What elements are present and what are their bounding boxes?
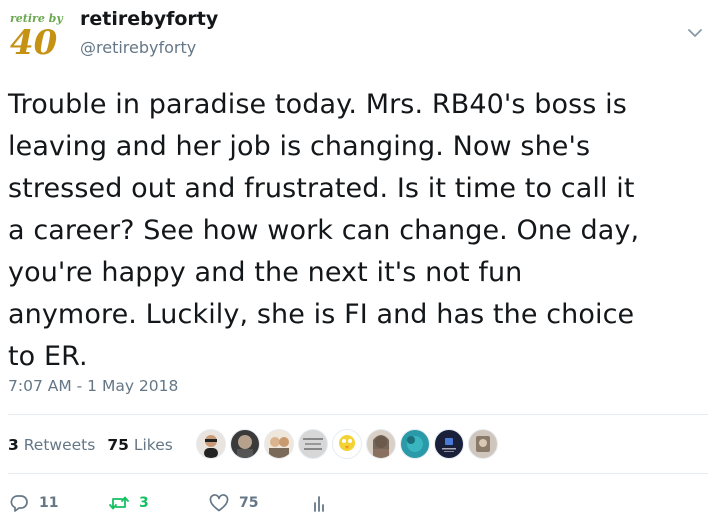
liker-avatar[interactable] bbox=[196, 429, 226, 459]
tweet-line: stressed out and frustrated. Is it time … bbox=[8, 173, 635, 204]
user-avatar[interactable]: retire by 40 bbox=[8, 8, 68, 63]
liker-avatar[interactable] bbox=[264, 429, 294, 459]
liker-avatars bbox=[196, 429, 498, 463]
user-handle[interactable]: @retirebyforty bbox=[80, 38, 196, 57]
reply-count: 11 bbox=[39, 495, 59, 511]
tweet-text: Trouble in paradise today. Mrs. RB40's b… bbox=[8, 84, 706, 378]
likes-stat[interactable]: 75 Likes bbox=[107, 436, 173, 454]
divider bbox=[8, 473, 708, 474]
tweet-line: Trouble in paradise today. Mrs. RB40's b… bbox=[8, 89, 627, 120]
tweet-line: anymore. Luckily, she is FI and has the … bbox=[8, 299, 635, 330]
divider bbox=[8, 414, 708, 415]
user-display-name[interactable]: retirebyforty bbox=[80, 8, 218, 30]
tweet-line: to ER. bbox=[8, 341, 88, 372]
logo-big-text: 40 bbox=[10, 23, 58, 58]
tweet-card: retire by 40 retirebyforty @retirebyfort… bbox=[0, 0, 714, 522]
liker-avatar[interactable] bbox=[332, 429, 362, 459]
liker-avatar[interactable] bbox=[366, 429, 396, 459]
liker-avatar[interactable] bbox=[298, 429, 328, 459]
retirebyforty-logo: retire by 40 bbox=[10, 12, 64, 63]
analytics-button[interactable] bbox=[308, 490, 330, 516]
retweet-icon bbox=[109, 496, 129, 510]
tweet-timestamp[interactable]: 7:07 AM - 1 May 2018 bbox=[8, 377, 178, 395]
like-button[interactable]: 75 bbox=[208, 490, 258, 516]
reply-button[interactable]: 11 bbox=[8, 490, 58, 516]
analytics-icon bbox=[314, 496, 324, 512]
retweet-button[interactable]: 3 bbox=[108, 490, 149, 516]
liker-avatar[interactable] bbox=[468, 429, 498, 459]
liker-avatar[interactable] bbox=[434, 429, 464, 459]
heart-icon bbox=[209, 494, 229, 512]
like-count: 75 bbox=[239, 495, 259, 511]
tweet-stats: 3 Retweets 75 Likes bbox=[8, 436, 173, 454]
liker-avatar[interactable] bbox=[400, 429, 430, 459]
retweets-label: Retweets bbox=[23, 436, 96, 454]
retweets-stat[interactable]: 3 Retweets bbox=[8, 436, 95, 454]
retweets-count: 3 bbox=[8, 436, 19, 454]
tweet-line: leaving and her job is changing. Now she… bbox=[8, 131, 591, 162]
reply-icon bbox=[10, 495, 28, 512]
likes-count: 75 bbox=[107, 436, 129, 454]
liker-avatar[interactable] bbox=[230, 429, 260, 459]
chevron-down-icon[interactable] bbox=[684, 22, 706, 44]
tweet-line: you're happy and the next it's not fun bbox=[8, 257, 523, 288]
tweet-line: a career? See how work can change. One d… bbox=[8, 215, 640, 246]
retweet-count: 3 bbox=[139, 495, 149, 511]
likes-label: Likes bbox=[133, 436, 173, 454]
